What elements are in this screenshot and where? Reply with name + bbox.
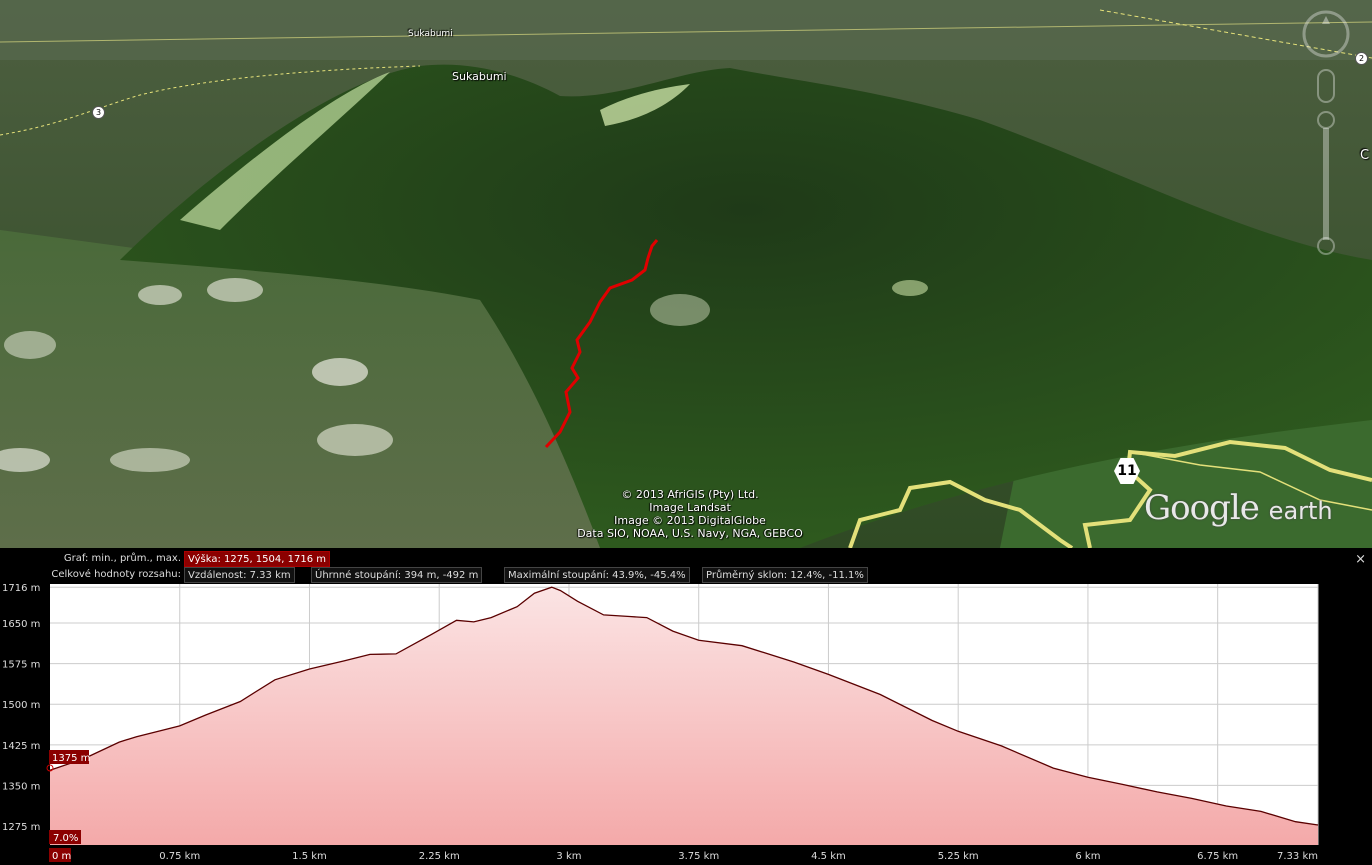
cursor-distance-label: 0 m <box>52 851 71 862</box>
google-logo-text: Google <box>1144 488 1260 528</box>
total-climb-value: Úhrnné stoupání: 394 m, -492 m <box>311 567 483 583</box>
x-tick-label: 3 km <box>556 851 581 862</box>
x-tick-label: 2.25 km <box>419 851 460 862</box>
zoom-in-icon[interactable] <box>1317 111 1335 129</box>
place-label[interactable]: Sukabumi <box>452 70 507 83</box>
credit-line: Data SIO, NOAA, U.S. Navy, NGA, GEBCO <box>577 527 803 540</box>
cursor-slope-label: 7.0% <box>53 833 78 844</box>
y-tick-label: 1425 m <box>2 741 40 752</box>
x-tick-label: 0.75 km <box>159 851 200 862</box>
x-tick-label: 5.25 km <box>938 851 979 862</box>
place-label[interactable]: Sukabumi <box>408 29 453 39</box>
avg-slope-value: Průměrný sklon: 12.4%, -11.1% <box>702 567 868 583</box>
credit-line: Image © 2013 DigitalGlobe <box>614 514 766 527</box>
x-tick-label: 7.33 km <box>1277 851 1318 862</box>
max-climb-value: Maximální stoupání: 43.9%, -45.4% <box>504 567 690 583</box>
north-arrow-icon[interactable] <box>1322 16 1330 24</box>
y-tick-label: 1575 m <box>2 660 40 671</box>
earth-logo-text: earth <box>1268 497 1333 525</box>
range-info-row: Celkové hodnoty rozsahu: Vzdálenost: 7.3… <box>0 567 1372 583</box>
cursor-distance-marker: 0 m <box>49 848 71 862</box>
x-tick-label: 6.75 km <box>1197 851 1238 862</box>
graph-info-row: Graf: min., prům., max. Výška: 1275, 150… <box>0 551 1372 567</box>
y-tick-label: 1275 m <box>2 822 40 833</box>
imagery-credits: © 2013 AfriGIS (Pty) Ltd. Image Landsat … <box>540 488 840 540</box>
cursor-slope-marker: 7.0% <box>49 830 81 844</box>
place-label[interactable]: C <box>1360 148 1369 163</box>
close-button[interactable]: × <box>1355 552 1366 567</box>
terrain-image <box>0 0 1372 548</box>
google-earth-logo: Google earth <box>1144 488 1333 528</box>
earth-3d-view[interactable]: Sukabumi Sukabumi C 3 2 11 © 2013 AfriGI… <box>0 0 1372 548</box>
range-label: Celkové hodnoty rozsahu: <box>51 569 181 580</box>
y-tick-label: 1716 m <box>2 583 40 594</box>
cursor-height-label: 1375 m <box>52 753 90 764</box>
x-tick-label: 6 km <box>1075 851 1100 862</box>
elevation-profile-panel: Graf: min., prům., max. Výška: 1275, 150… <box>0 548 1372 865</box>
elevation-chart[interactable]: 1716 m 1650 m 1575 m 1500 m 1425 m 1350 m 1275… <box>0 582 1372 865</box>
height-values: Výška: 1275, 1504, 1716 m <box>184 551 330 567</box>
cursor-height-marker: 1375 m <box>49 750 90 764</box>
credit-line: © 2013 AfriGIS (Pty) Ltd. <box>621 488 759 501</box>
x-tick-label: 3.75 km <box>678 851 719 862</box>
navigation-controls[interactable] <box>1300 8 1360 258</box>
y-tick-label: 1350 m <box>2 781 40 792</box>
graph-label: Graf: min., prům., max. <box>63 553 181 564</box>
credit-line: Image Landsat <box>649 501 731 514</box>
x-tick-label: 4.5 km <box>811 851 846 862</box>
pegman-icon[interactable] <box>1317 69 1335 103</box>
distance-value: Vzdálenost: 7.33 km <box>184 567 295 583</box>
road-shield: 3 <box>92 106 105 119</box>
y-tick-label: 1500 m <box>2 700 40 711</box>
y-tick-label: 1650 m <box>2 619 40 630</box>
x-tick-label: 1.5 km <box>292 851 327 862</box>
zoom-out-icon[interactable] <box>1317 237 1335 255</box>
